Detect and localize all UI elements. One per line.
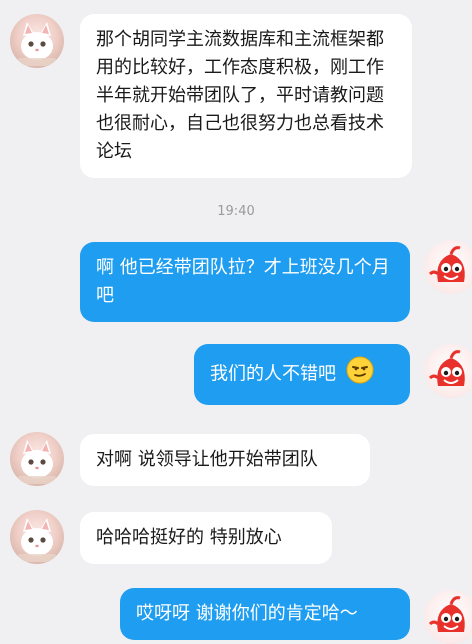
message-text: 那个胡同学主流数据库和主流框架都用的比较好，工作态度积极，刚工作半年就开始带团队… <box>96 29 384 162</box>
contact-avatar[interactable] <box>10 14 64 68</box>
kitten-avatar-icon <box>18 440 56 484</box>
chat-thread: 那个胡同学主流数据库和主流框架都用的比较好，工作态度积极，刚工作半年就开始带团队… <box>0 0 472 644</box>
message-text: 啊 他已经带团队拉？才上班没几个月吧 <box>96 257 390 306</box>
contact-avatar[interactable] <box>10 432 64 486</box>
kitten-avatar-icon <box>18 22 56 66</box>
message-bubble-outgoing[interactable]: 啊 他已经带团队拉？才上班没几个月吧 <box>80 242 410 322</box>
message-text: 我们的人不错吧 <box>210 363 336 385</box>
message-text: 哎呀呀 谢谢你们的肯定哈～ <box>136 603 358 624</box>
message-bubble-incoming[interactable]: 哈哈哈挺好的 特别放心 <box>80 512 332 564</box>
message-bubble-outgoing[interactable]: 哎呀呀 谢谢你们的肯定哈～ <box>120 588 410 640</box>
red-mascot-avatar-icon <box>428 596 465 632</box>
red-mascot-avatar-icon <box>428 350 465 386</box>
message-timestamp: 19:40 <box>217 204 255 219</box>
message-text: 哈哈哈挺好的 特别放心 <box>96 527 282 548</box>
message-bubble-outgoing[interactable]: 我们的人不错吧 <box>194 344 410 405</box>
contact-avatar[interactable] <box>10 510 64 564</box>
red-mascot-avatar-icon <box>428 246 465 282</box>
own-avatar[interactable] <box>424 590 472 644</box>
kitten-avatar-icon <box>18 518 56 562</box>
own-avatar[interactable] <box>424 344 472 398</box>
own-avatar[interactable] <box>424 240 472 294</box>
message-bubble-incoming[interactable]: 对啊 说领导让他开始带团队 <box>80 434 370 486</box>
message-text: 对啊 说领导让他开始带团队 <box>96 449 318 470</box>
message-bubble-incoming[interactable]: 那个胡同学主流数据库和主流框架都用的比较好，工作态度积极，刚工作半年就开始带团队… <box>80 14 412 178</box>
smirk-face-icon <box>346 356 374 393</box>
